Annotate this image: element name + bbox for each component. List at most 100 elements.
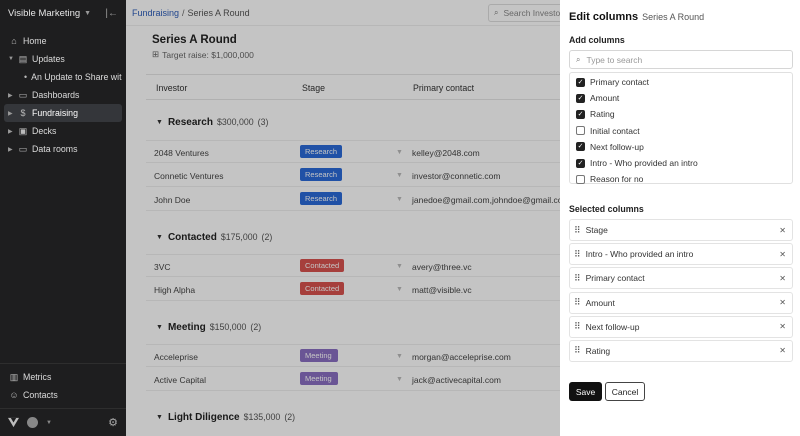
drag-handle-icon[interactable]: ⠿	[574, 273, 581, 284]
column-option-label: Rating	[590, 109, 615, 120]
panel-subtitle: Series A Round	[642, 12, 705, 22]
avatar[interactable]	[27, 417, 38, 428]
checkbox-checked[interactable]: ✓	[576, 142, 585, 152]
remove-icon[interactable]: ✕	[779, 322, 786, 331]
selected-column-item[interactable]: ⠿ Rating ✕	[569, 339, 793, 362]
checkbox-checked[interactable]: ✓	[576, 109, 585, 119]
sidebar-item-label: Fundraising	[32, 108, 78, 118]
selected-column-label: Amount	[585, 297, 615, 308]
chevron-down-icon[interactable]: ▼	[46, 420, 52, 426]
bullet-icon: •	[24, 72, 28, 82]
contacts-icon: ☺	[9, 390, 19, 400]
sidebar-item-contacts[interactable]: ☺ Contacts	[4, 386, 122, 404]
modal-backdrop[interactable]	[126, 0, 560, 436]
drag-handle-icon[interactable]: ⠿	[574, 249, 581, 260]
sidebar-item-update-draft[interactable]: • An Update to Share with ...	[4, 68, 122, 86]
sidebar-item-label: Home	[23, 36, 47, 46]
edit-columns-panel: Edit columns Series A Round Add columns ⌕…	[560, 0, 800, 436]
chart-icon: ▥	[9, 371, 19, 382]
add-columns-label: Add columns	[569, 35, 625, 45]
selected-column-item[interactable]: ⠿ Primary contact ✕	[569, 267, 793, 290]
remove-icon[interactable]: ✕	[779, 346, 786, 355]
sidebar-item-metrics[interactable]: ▥ Metrics	[4, 368, 122, 386]
column-option[interactable]: ✓ Rating	[576, 106, 792, 122]
workspace-switcher[interactable]: Visible Marketing ▼ |←	[0, 0, 126, 26]
selected-column-item[interactable]: ⠿ Next follow-up ✕	[569, 315, 793, 338]
folder-icon: ▭	[18, 143, 28, 154]
selected-column-item[interactable]: ⠿ Stage ✕	[569, 219, 793, 241]
selected-column-label: Primary contact	[585, 273, 645, 284]
selected-columns-label: Selected columns	[569, 204, 644, 214]
sidebar-item-dashboards[interactable]: ▶ ▭ Dashboards	[4, 86, 122, 104]
column-search-field[interactable]: ⌕	[569, 50, 793, 69]
sidebar-item-label: An Update to Share with ...	[31, 72, 122, 82]
column-option[interactable]: ✓ Intro - Who provided an intro	[576, 155, 792, 171]
sidebar-item-label: Dashboards	[32, 90, 80, 100]
home-icon: ⌂	[11, 36, 17, 46]
chevron-down-icon: ▼	[84, 9, 92, 17]
column-option[interactable]: Initial contact	[576, 123, 792, 139]
visible-logo-icon[interactable]	[8, 417, 19, 428]
caret-right-icon[interactable]: ▶	[8, 128, 17, 135]
drag-handle-icon[interactable]: ⠿	[574, 321, 581, 332]
gear-icon[interactable]: ⚙	[108, 416, 118, 429]
folder-icon: ▭	[18, 89, 28, 100]
sidebar-item-data-rooms[interactable]: ▶ ▭ Data rooms	[4, 140, 122, 158]
save-button[interactable]: Save	[569, 382, 602, 401]
selected-column-item[interactable]: ⠿ Amount ✕	[569, 291, 793, 314]
column-option[interactable]: ✓ Next follow-up	[576, 139, 792, 155]
column-option[interactable]: ✓ Amount	[576, 90, 792, 106]
sidebar-item-decks[interactable]: ▶ ▣ Decks	[4, 122, 122, 140]
selected-columns-list: ⠿ Stage ✕ ⠿ Intro - Who provided an intro ✕ …	[569, 219, 793, 364]
drag-handle-icon[interactable]: ⠿	[574, 297, 581, 308]
column-options-list: ✓ Primary contact ✓ Amount ✓ Rating Initial…	[569, 72, 793, 184]
column-option-label: Amount	[590, 93, 620, 104]
dollar-icon: $	[20, 108, 26, 118]
column-option-label: Primary contact	[590, 77, 650, 88]
caret-right-icon[interactable]: ▶	[8, 146, 17, 153]
sidebar-item-label: Data rooms	[32, 144, 78, 154]
checkbox-checked[interactable]: ✓	[576, 158, 585, 168]
panel-title: Edit columns Series A Round	[569, 11, 704, 23]
search-icon: ⌕	[576, 54, 581, 64]
sidebar-item-home[interactable]: ⌂ Home	[4, 32, 122, 50]
remove-icon[interactable]: ✕	[779, 274, 786, 283]
sidebar-item-label: Metrics	[23, 372, 52, 382]
selected-column-item[interactable]: ⠿ Intro - Who provided an intro ✕	[569, 243, 793, 266]
collapse-sidebar-icon[interactable]: |←	[105, 8, 118, 19]
caret-right-icon[interactable]: ▶	[8, 92, 17, 99]
sidebar-item-label: Decks	[32, 126, 57, 136]
selected-column-label: Stage	[585, 225, 608, 235]
sidebar-bottom-nav: ▥ Metrics ☺ Contacts	[0, 363, 126, 404]
remove-icon[interactable]: ✕	[779, 298, 786, 307]
checkbox-unchecked[interactable]	[576, 174, 585, 184]
column-option-label: Intro - Who provided an intro	[590, 158, 698, 169]
checkbox-checked[interactable]: ✓	[576, 93, 585, 103]
selected-column-label: Rating	[585, 345, 611, 356]
sidebar-item-fundraising[interactable]: ▶ $ Fundraising	[4, 104, 122, 122]
deck-icon: ▣	[18, 125, 28, 136]
remove-icon[interactable]: ✕	[779, 250, 786, 259]
column-search-input[interactable]	[586, 54, 767, 65]
drag-handle-icon[interactable]: ⠿	[574, 225, 581, 236]
caret-down-icon[interactable]: ▼	[8, 56, 17, 62]
document-icon: ▤	[18, 53, 28, 64]
column-option[interactable]: ✓ Primary contact	[576, 74, 792, 90]
sidebar-footer: ▼ ⚙	[0, 408, 126, 436]
checkbox-checked[interactable]: ✓	[576, 77, 585, 87]
sidebar-nav: ⌂ Home ▼ ▤ Updates • An Update to Share …	[0, 26, 126, 158]
column-option-label: Reason for no	[590, 174, 644, 185]
panel-title-text: Edit columns	[569, 11, 639, 23]
cancel-button[interactable]: Cancel	[605, 382, 645, 401]
workspace-name: Visible Marketing	[8, 7, 81, 19]
column-option-label: Initial contact	[590, 125, 640, 136]
selected-column-label: Next follow-up	[585, 321, 640, 332]
checkbox-unchecked[interactable]	[576, 126, 585, 136]
selected-column-label: Intro - Who provided an intro	[585, 249, 694, 260]
column-option[interactable]: Reason for no	[576, 171, 792, 187]
sidebar-item-updates[interactable]: ▼ ▤ Updates	[4, 50, 122, 68]
remove-icon[interactable]: ✕	[779, 226, 786, 235]
sidebar-item-label: Updates	[32, 54, 65, 64]
caret-right-icon[interactable]: ▶	[8, 110, 17, 117]
drag-handle-icon[interactable]: ⠿	[574, 345, 581, 356]
